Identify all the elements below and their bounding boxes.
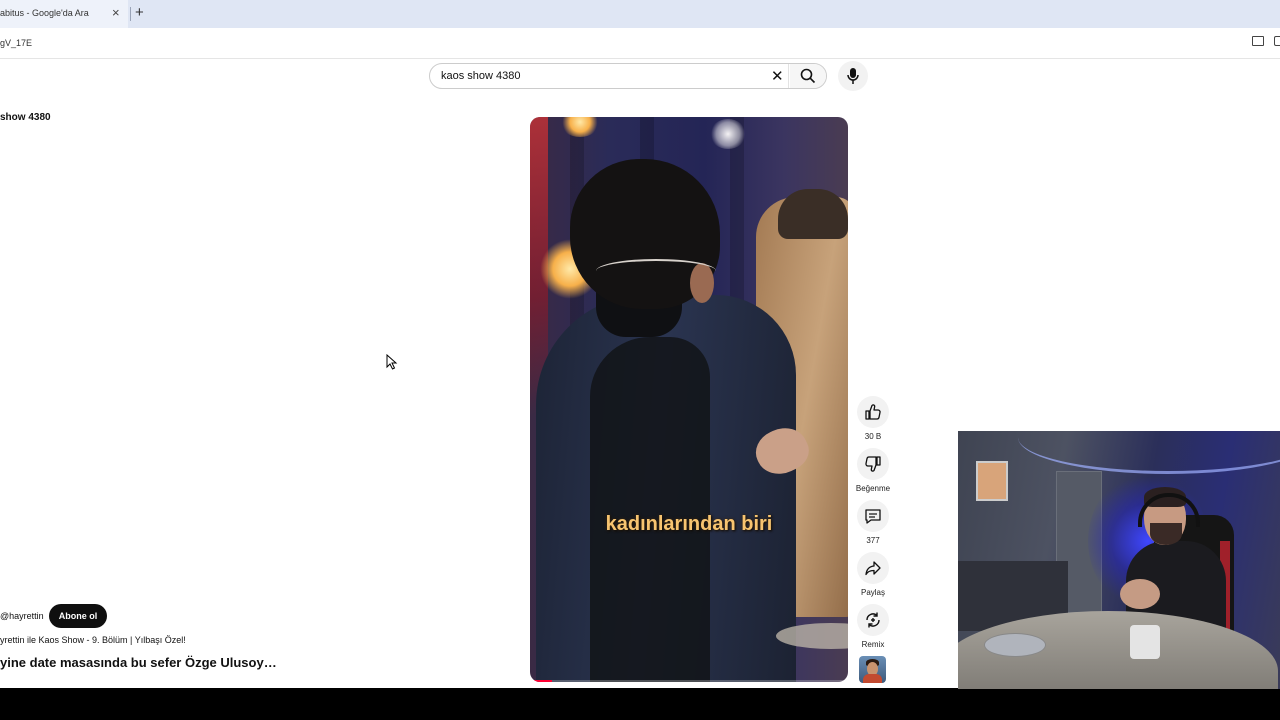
search-divider: [788, 64, 789, 88]
search-input[interactable]: kaos show 4380: [441, 70, 521, 82]
tab-strip: abitus - Google'da Ara × +: [0, 0, 1280, 28]
linked-video-title[interactable]: yrettin ile Kaos Show - 9. Bölüm | Yılba…: [0, 635, 186, 645]
url-text[interactable]: gV_17E: [0, 38, 32, 48]
subscribe-button[interactable]: Abone ol: [49, 604, 107, 628]
ceiling-light-strip: [1018, 431, 1280, 474]
like-button[interactable]: [857, 396, 889, 428]
side-panel-icon[interactable]: [1274, 36, 1280, 46]
remix-icon: [866, 612, 880, 628]
search-box[interactable]: kaos show 4380 ✕: [429, 63, 827, 89]
dislike-label: Beğenme: [855, 484, 891, 493]
dislike-button[interactable]: [857, 448, 889, 480]
bokeh-light: [560, 117, 600, 137]
cast-icon[interactable]: [1252, 36, 1264, 46]
share-action: Paylaş: [856, 552, 890, 597]
channel-avatar[interactable]: [859, 656, 886, 683]
desk-plate: [984, 633, 1046, 657]
like-action: 30 B: [856, 396, 890, 441]
remix-button[interactable]: [857, 604, 889, 636]
active-tab[interactable]: abitus - Google'da Ara ×: [0, 0, 128, 28]
address-bar[interactable]: gV_17E: [0, 28, 1280, 59]
clear-search-icon[interactable]: ✕: [771, 69, 784, 84]
share-arrow-icon: [865, 561, 881, 576]
mouse-cursor-icon: [386, 354, 398, 370]
coffee-mug: [1130, 625, 1160, 659]
headset-microphone: [596, 259, 716, 283]
video-caption: kadınlarından biri: [605, 513, 773, 535]
tab-title: abitus - Google'da Ara: [0, 8, 89, 18]
dislike-action: Beğenme: [856, 448, 890, 493]
share-label: Paylaş: [860, 588, 885, 597]
remix-label: Remix: [861, 640, 885, 649]
tab-separator: [130, 7, 131, 21]
streamer-hand: [1120, 579, 1160, 609]
voice-search-button[interactable]: [838, 61, 868, 91]
search-button[interactable]: [790, 64, 826, 88]
new-tab-button[interactable]: +: [135, 4, 144, 22]
snowflake-decoration: [710, 119, 746, 149]
comments-action: 377: [856, 500, 890, 545]
video-progress-fill: [530, 680, 553, 682]
webcam-overlay: [958, 431, 1280, 689]
video-progress-bar[interactable]: [530, 680, 848, 682]
thumbs-up-icon: [865, 404, 881, 420]
comments-button[interactable]: [857, 500, 889, 532]
wall-poster: [976, 461, 1008, 501]
avatar-shirt: [863, 674, 882, 683]
man-shirt: [590, 337, 710, 682]
comment-count: 377: [866, 536, 880, 545]
microphone-icon: [847, 68, 859, 84]
thumbs-down-icon: [865, 456, 881, 472]
remix-action: Remix: [856, 604, 890, 649]
tab-close-icon[interactable]: ×: [112, 5, 120, 21]
video-description[interactable]: yine date masasında bu sefer Özge Ulusoy…: [0, 655, 277, 670]
search-icon: [800, 68, 816, 84]
shorts-video-player[interactable]: kadınlarından biri: [530, 117, 848, 682]
background-person-collar: [778, 189, 848, 239]
comment-icon: [865, 509, 881, 524]
share-button[interactable]: [857, 552, 889, 584]
channel-handle[interactable]: @hayrettin: [0, 611, 44, 621]
result-query-heading: show 4380: [0, 112, 51, 123]
like-count: 30 B: [864, 432, 882, 441]
